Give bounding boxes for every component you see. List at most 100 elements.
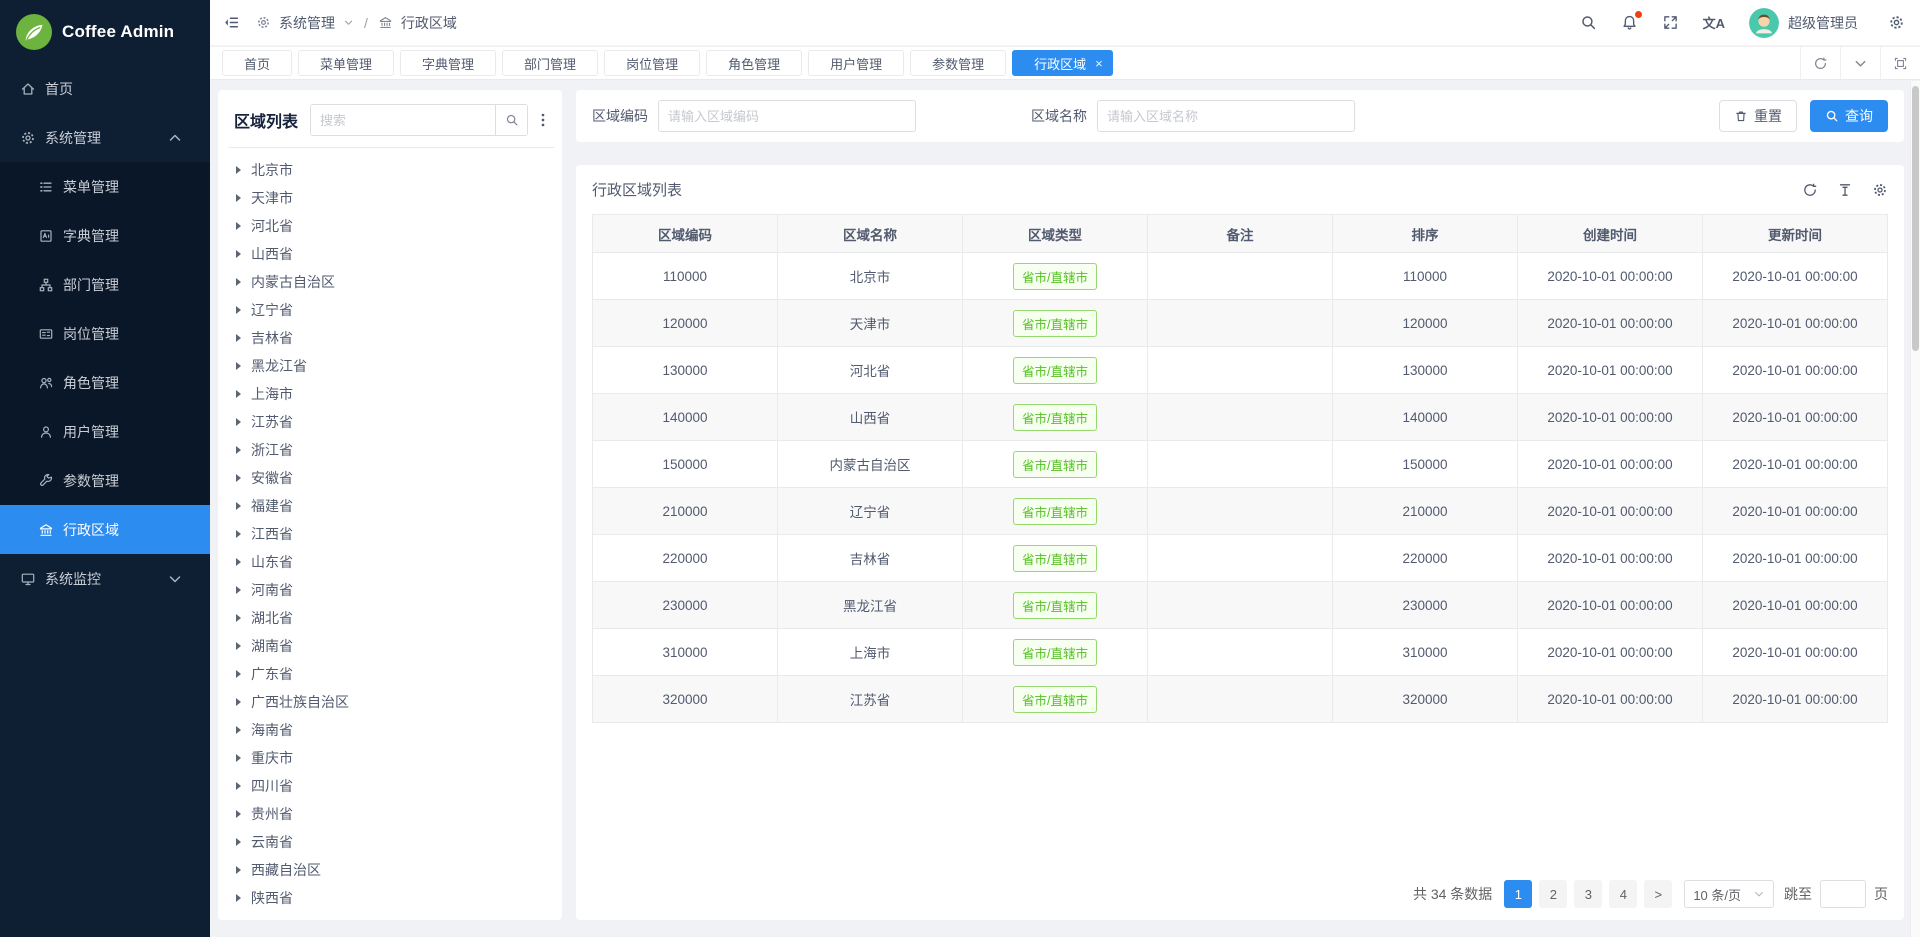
tab-5[interactable]: 角色管理 (706, 50, 802, 76)
tab-4[interactable]: 岗位管理 (604, 50, 700, 76)
page-size-select[interactable]: 10 条/页 (1684, 880, 1774, 908)
refresh-icon[interactable] (1802, 182, 1818, 198)
refresh-tab-button[interactable] (1800, 47, 1840, 79)
tree-item-8[interactable]: 上海市 (228, 380, 554, 408)
font-size-icon[interactable] (1837, 182, 1853, 198)
tree-item-21[interactable]: 重庆市 (228, 744, 554, 772)
tree-item-3[interactable]: 山西省 (228, 240, 554, 268)
tree-item-26[interactable]: 陕西省 (228, 884, 554, 912)
column-header[interactable]: 更新时间 (1703, 215, 1888, 253)
tree-item-label: 湖北省 (251, 608, 293, 628)
caret-right-icon (236, 838, 241, 846)
page-3-button[interactable]: 3 (1574, 880, 1602, 908)
table-row[interactable]: 320000 江苏省 省市/直辖市 320000 2020-10-01 00:0… (593, 676, 1888, 723)
table-row[interactable]: 220000 吉林省 省市/直辖市 220000 2020-10-01 00:0… (593, 535, 1888, 582)
tree-item-14[interactable]: 山东省 (228, 548, 554, 576)
tree-item-24[interactable]: 云南省 (228, 828, 554, 856)
page-scrollbar[interactable] (1910, 81, 1920, 937)
sidebar-item-1-3[interactable]: 岗位管理 (0, 309, 210, 358)
page-1-button[interactable]: 1 (1504, 880, 1532, 908)
column-header[interactable]: 区域名称 (778, 215, 963, 253)
tree-item-12[interactable]: 福建省 (228, 492, 554, 520)
table-row[interactable]: 120000 天津市 省市/直辖市 120000 2020-10-01 00:0… (593, 300, 1888, 347)
query-button[interactable]: 查询 (1810, 100, 1888, 132)
search-icon[interactable] (1580, 14, 1597, 31)
tree-item-11[interactable]: 安徽省 (228, 464, 554, 492)
settings-gear-icon[interactable] (1888, 14, 1905, 31)
table-row[interactable]: 130000 河北省 省市/直辖市 130000 2020-10-01 00:0… (593, 347, 1888, 394)
page-4-button[interactable]: 4 (1609, 880, 1637, 908)
table-row[interactable]: 140000 山西省 省市/直辖市 140000 2020-10-01 00:0… (593, 394, 1888, 441)
maximize-content-button[interactable] (1880, 47, 1920, 79)
table-row[interactable]: 230000 黑龙江省 省市/直辖市 230000 2020-10-01 00:… (593, 582, 1888, 629)
tree-item-20[interactable]: 海南省 (228, 716, 554, 744)
tree-item-13[interactable]: 江西省 (228, 520, 554, 548)
collapse-sidebar-icon[interactable] (223, 14, 240, 31)
table-row[interactable]: 210000 辽宁省 省市/直辖市 210000 2020-10-01 00:0… (593, 488, 1888, 535)
table-row[interactable]: 310000 上海市 省市/直辖市 310000 2020-10-01 00:0… (593, 629, 1888, 676)
sidebar-item-1-6[interactable]: 参数管理 (0, 456, 210, 505)
scrollbar-thumb[interactable] (1912, 86, 1919, 351)
table-row[interactable]: 110000 北京市 省市/直辖市 110000 2020-10-01 00:0… (593, 253, 1888, 300)
table-header-row: 区域编码区域名称区域类型备注排序创建时间更新时间 (593, 215, 1888, 253)
region-name-input[interactable] (1097, 100, 1355, 132)
tree-item-17[interactable]: 湖南省 (228, 632, 554, 660)
sidebar-item-2[interactable]: 系统监控 (0, 554, 210, 603)
tree-item-18[interactable]: 广东省 (228, 660, 554, 688)
tree-item-23[interactable]: 贵州省 (228, 800, 554, 828)
tree-item-1[interactable]: 天津市 (228, 184, 554, 212)
tree-item-22[interactable]: 四川省 (228, 772, 554, 800)
page-2-button[interactable]: 2 (1539, 880, 1567, 908)
sidebar-item-1-1[interactable]: 字典管理 (0, 211, 210, 260)
tab-options-button[interactable] (1840, 47, 1880, 79)
next-page-button[interactable]: > (1644, 880, 1672, 908)
table-row[interactable]: 150000 内蒙古自治区 省市/直辖市 150000 2020-10-01 0… (593, 441, 1888, 488)
column-header[interactable]: 创建时间 (1518, 215, 1703, 253)
fullscreen-icon[interactable] (1662, 14, 1679, 31)
tab-3[interactable]: 部门管理 (502, 50, 598, 76)
tab-8[interactable]: 行政区域× (1012, 50, 1113, 76)
region-code-input[interactable] (658, 100, 916, 132)
brand[interactable]: Coffee Admin (0, 0, 210, 64)
sidebar-item-1-5[interactable]: 用户管理 (0, 407, 210, 456)
tree-item-0[interactable]: 北京市 (228, 156, 554, 184)
tree-item-5[interactable]: 辽宁省 (228, 296, 554, 324)
sidebar-item-0[interactable]: 首页 (0, 64, 210, 113)
tree-item-15[interactable]: 河南省 (228, 576, 554, 604)
tree-item-9[interactable]: 江苏省 (228, 408, 554, 436)
sidebar-item-1-4[interactable]: 角色管理 (0, 358, 210, 407)
sidebar-item-1[interactable]: 系统管理 (0, 113, 210, 162)
column-header[interactable]: 备注 (1148, 215, 1333, 253)
notifications-button[interactable] (1621, 14, 1638, 31)
column-settings-gear-icon[interactable] (1872, 182, 1888, 198)
jump-page-input[interactable] (1820, 880, 1866, 908)
tree-search-input[interactable] (311, 105, 495, 135)
user-menu[interactable]: 超级管理员 (1749, 8, 1858, 38)
tab-close-icon[interactable]: × (1095, 57, 1103, 70)
translate-icon[interactable]: 文A (1703, 13, 1725, 32)
tree-item-19[interactable]: 广西壮族自治区 (228, 688, 554, 716)
column-header[interactable]: 区域编码 (593, 215, 778, 253)
tree-item-16[interactable]: 湖北省 (228, 604, 554, 632)
tree-item-25[interactable]: 西藏自治区 (228, 856, 554, 884)
column-header[interactable]: 区域类型 (963, 215, 1148, 253)
tab-2[interactable]: 字典管理 (400, 50, 496, 76)
tree-search-button[interactable] (495, 105, 527, 135)
tree-item-4[interactable]: 内蒙古自治区 (228, 268, 554, 296)
sidebar-item-1-0[interactable]: 菜单管理 (0, 162, 210, 211)
tab-6[interactable]: 用户管理 (808, 50, 904, 76)
reset-button[interactable]: 重置 (1719, 100, 1797, 132)
tree-item-6[interactable]: 吉林省 (228, 324, 554, 352)
column-header[interactable]: 排序 (1333, 215, 1518, 253)
sidebar-item-1-2[interactable]: 部门管理 (0, 260, 210, 309)
breadcrumb-section[interactable]: 系统管理 (279, 13, 335, 33)
tree-item-2[interactable]: 河北省 (228, 212, 554, 240)
tab-7[interactable]: 参数管理 (910, 50, 1006, 76)
tab-1[interactable]: 菜单管理 (298, 50, 394, 76)
tree-item-10[interactable]: 浙江省 (228, 436, 554, 464)
breadcrumb-current[interactable]: 行政区域 (401, 13, 457, 33)
tab-0[interactable]: 首页 (222, 50, 292, 76)
more-options-icon[interactable] (534, 111, 552, 129)
sidebar-item-1-7[interactable]: 行政区域 (0, 505, 210, 554)
tree-item-7[interactable]: 黑龙江省 (228, 352, 554, 380)
